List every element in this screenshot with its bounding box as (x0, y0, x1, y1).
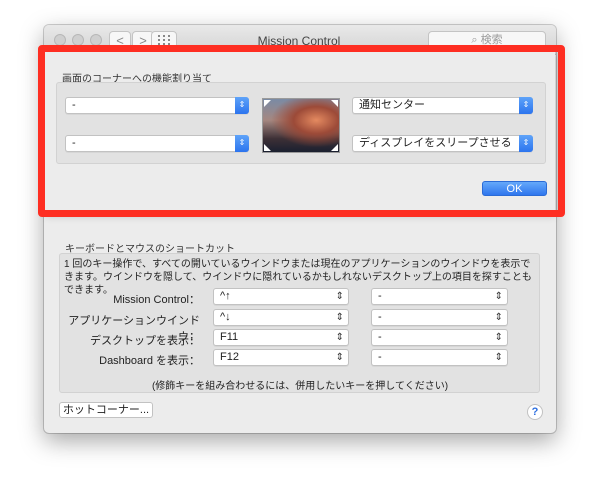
app-windows-mouse-value: - (378, 311, 382, 323)
chevron-updown-icon: ⇕ (335, 352, 344, 363)
show-desktop-mouse-popup[interactable]: - ⇕ (371, 329, 508, 346)
app-windows-mouse-popup[interactable]: - ⇕ (371, 309, 508, 326)
dashboard-key-value: F12 (220, 351, 239, 363)
show-desktop-mouse-value: - (378, 331, 382, 343)
app-windows-key-popup[interactable]: ^↓ ⇕ (213, 309, 349, 326)
shortcut-label-mission-control: Mission Control： (113, 294, 200, 306)
chevron-updown-icon: ⇕ (494, 352, 503, 363)
mission-control-mouse-value: - (378, 290, 382, 302)
chevron-updown-icon: ⇕ (335, 332, 344, 343)
mission-control-mouse-popup[interactable]: - ⇕ (371, 288, 508, 305)
dashboard-mouse-value: - (378, 351, 382, 363)
show-desktop-key-popup[interactable]: F11 ⇕ (213, 329, 349, 346)
hot-corners-button[interactable]: ホットコーナー... (59, 402, 153, 418)
modifier-footnote: (修飾キーを組み合わせるには、併用したいキーを押してください) (151, 381, 449, 392)
app-windows-key-value: ^↓ (220, 311, 231, 323)
help-icon[interactable]: ? (527, 404, 543, 420)
shortcut-label-dashboard: Dashboard を表示： (99, 355, 200, 367)
dashboard-mouse-popup[interactable]: - ⇕ (371, 349, 508, 366)
show-desktop-key-value: F11 (220, 331, 239, 343)
chevron-updown-icon: ⇕ (494, 332, 503, 343)
mission-control-key-value: ^↑ (220, 290, 231, 302)
chevron-updown-icon: ⇕ (335, 291, 344, 302)
highlight-frame (38, 45, 565, 217)
mission-control-key-popup[interactable]: ^↑ ⇕ (213, 288, 349, 305)
chevron-updown-icon: ⇕ (494, 312, 503, 323)
chevron-updown-icon: ⇕ (494, 291, 503, 302)
shortcut-label-show-desktop: デスクトップを表示： (90, 335, 200, 347)
dashboard-key-popup[interactable]: F12 ⇕ (213, 349, 349, 366)
chevron-updown-icon: ⇕ (335, 312, 344, 323)
